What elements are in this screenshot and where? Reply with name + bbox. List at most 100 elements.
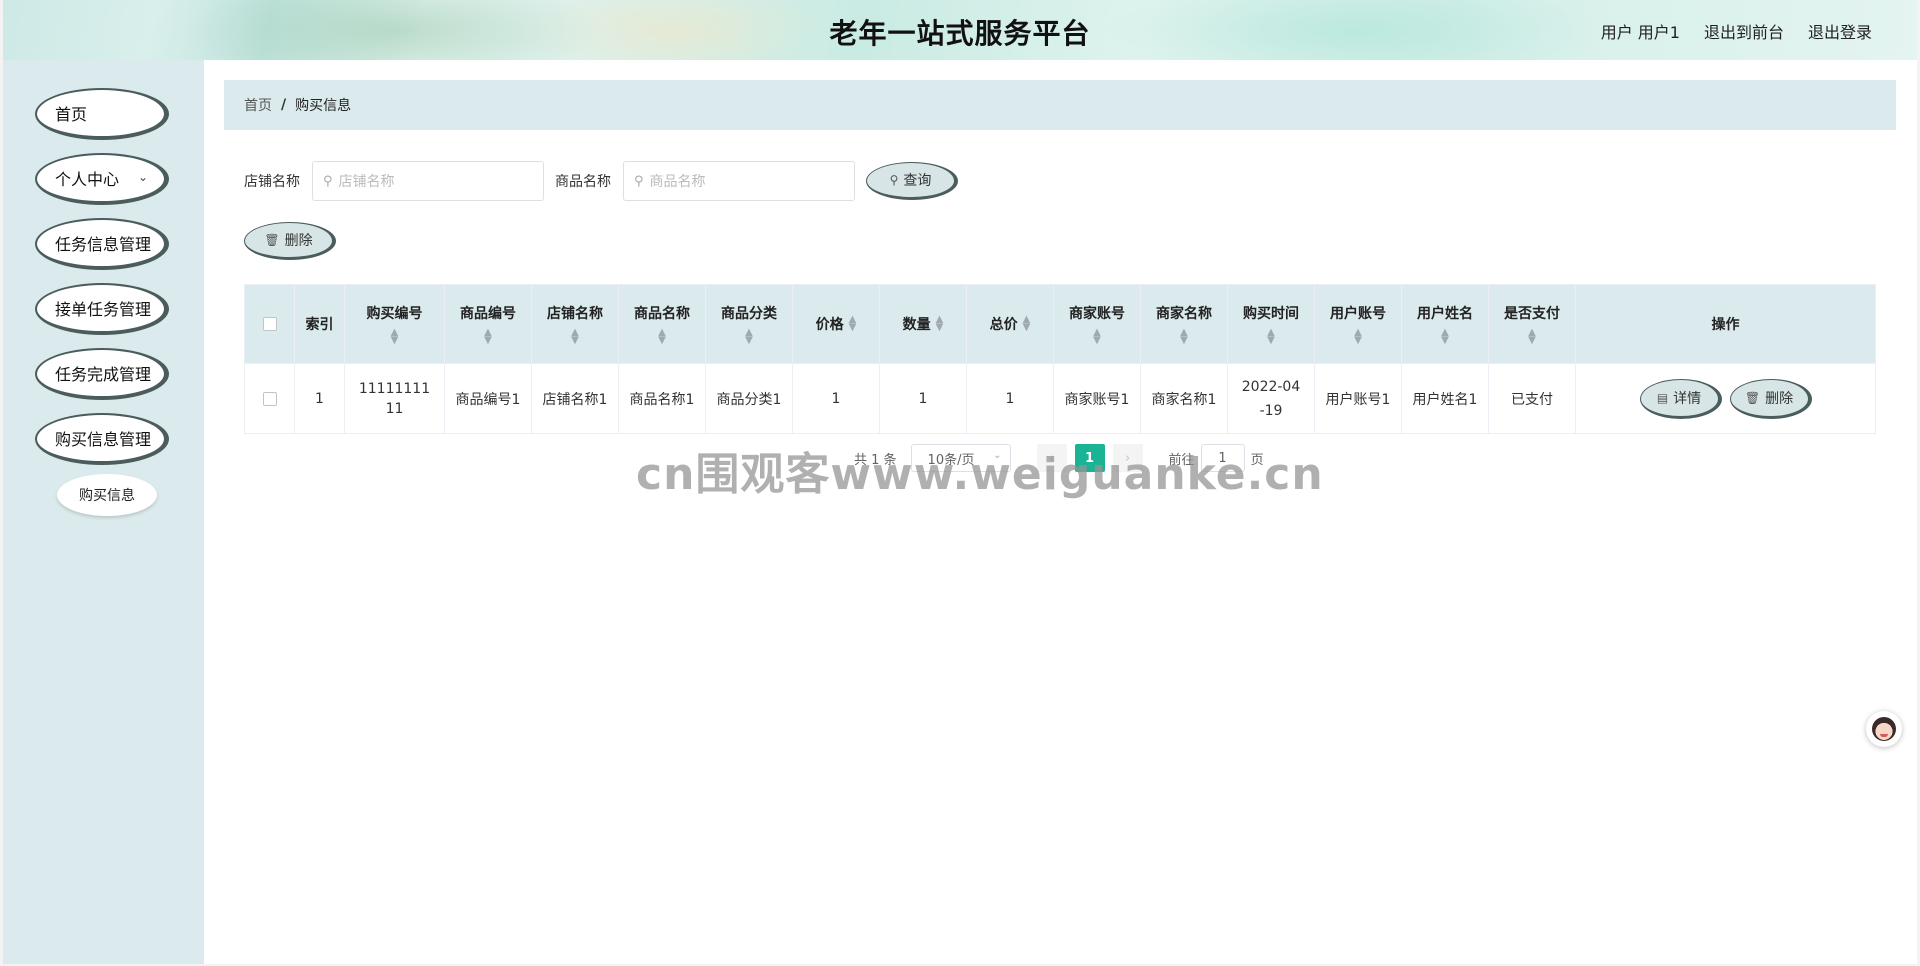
- column-header[interactable]: 商品名称 ▲ ▼: [619, 285, 706, 363]
- column-header[interactable]: 是否支付 ▲ ▼: [1489, 285, 1576, 363]
- logout-link[interactable]: 退出登录: [1808, 19, 1872, 43]
- shop-name-input[interactable]: ⚲ 店铺名称: [312, 161, 544, 201]
- select-all-checkbox[interactable]: [262, 317, 277, 331]
- delete-button-label: 删除: [284, 233, 313, 249]
- column-header[interactable]: 价格 ▲ ▼: [793, 285, 880, 363]
- sidebar-item-home[interactable]: 首页: [35, 88, 169, 140]
- back-to-front-link[interactable]: 退出到前台: [1704, 19, 1784, 43]
- sidebar-item-task-completion[interactable]: 任务完成管理: [35, 348, 169, 400]
- breadcrumb-home[interactable]: 首页: [244, 95, 272, 115]
- column-header[interactable]: 数量 ▲ ▼: [880, 285, 967, 363]
- column-header-label: 用户姓名: [1417, 306, 1473, 322]
- row-delete-button[interactable]: 🗑 删除: [1729, 378, 1812, 419]
- trash-icon: 🗑: [264, 233, 280, 247]
- breadcrumb-current: 购买信息: [295, 98, 352, 114]
- table-cell: 1: [793, 364, 880, 433]
- sidebar-item-label: 个人中心: [55, 170, 120, 189]
- sidebar-subitem-purchase-info[interactable]: 购买信息: [57, 474, 157, 516]
- sort-icon[interactable]: ▲ ▼: [936, 315, 944, 333]
- sort-icon[interactable]: ▲ ▼: [1441, 328, 1449, 346]
- column-header-label: 商家账号: [1069, 306, 1125, 322]
- floating-assistant-avatar[interactable]: [1866, 711, 1902, 747]
- column-header: 索引: [295, 285, 345, 363]
- next-page-button[interactable]: ›: [1112, 444, 1143, 472]
- detail-button[interactable]: ▤ 详情: [1639, 378, 1722, 419]
- column-header[interactable]: 购买时间 ▲ ▼: [1228, 285, 1315, 363]
- purchase-number-text: 1111111111: [358, 380, 431, 417]
- sidebar-item-purchase-management[interactable]: 购买信息管理: [35, 413, 169, 465]
- table-cell: 商品名称1: [619, 364, 706, 433]
- sidebar-item-label: 任务信息管理: [55, 235, 152, 254]
- sort-icon[interactable]: ▲ ▼: [571, 328, 579, 346]
- column-header[interactable]: 购买编号 ▲ ▼: [345, 285, 445, 363]
- page-size-select[interactable]: 10条/页 ⌄: [910, 444, 1011, 472]
- shop-name-placeholder: 店铺名称: [338, 174, 395, 190]
- table-cell: 1: [880, 364, 967, 433]
- page-jumper: 前往 1 页: [1169, 444, 1264, 472]
- chevron-left-icon: ‹: [1048, 450, 1055, 466]
- chevron-right-icon: ›: [1124, 450, 1131, 466]
- sort-icon[interactable]: ▲ ▼: [1267, 328, 1275, 346]
- column-header[interactable]: 商品分类 ▲ ▼: [706, 285, 793, 363]
- page-size-value: 10条/页: [927, 452, 975, 468]
- sort-icon[interactable]: ▲ ▼: [1354, 328, 1362, 346]
- column-header-label: 购买编号: [366, 306, 423, 322]
- product-name-input[interactable]: ⚲ 商品名称: [623, 161, 855, 201]
- column-header-label: 价格: [815, 317, 844, 333]
- column-header-label: 商品分类: [721, 306, 777, 322]
- shop-name-label: 店铺名称: [244, 174, 300, 190]
- table-cell: 商品编号1: [445, 364, 532, 433]
- sidebar-item-accepted-tasks[interactable]: 接单任务管理: [35, 283, 169, 335]
- search-icon: ⚲: [634, 173, 644, 189]
- sort-icon[interactable]: ▲ ▼: [391, 328, 399, 346]
- column-header[interactable]: 用户姓名 ▲ ▼: [1402, 285, 1489, 363]
- page-number-current[interactable]: 1: [1074, 444, 1105, 472]
- column-header[interactable]: 商家名称 ▲ ▼: [1141, 285, 1228, 363]
- prev-page-button[interactable]: ‹: [1036, 444, 1067, 472]
- pagination: 共 1 条 10条/页 ⌄ ‹ 1 › 前往 1 页: [854, 444, 1264, 472]
- sort-icon[interactable]: ▲ ▼: [745, 328, 753, 346]
- sidebar: 首页 个人中心 ⌄ 任务信息管理 接单任务管理 任务完成管理 购买信息管理 购买…: [3, 60, 204, 964]
- column-header[interactable]: 商品编号 ▲ ▼: [445, 285, 532, 363]
- sort-icon[interactable]: ▲ ▼: [849, 315, 857, 333]
- current-user-label: 用户 用户1: [1600, 23, 1680, 42]
- query-button[interactable]: ⚲ 查询: [866, 162, 958, 200]
- column-header[interactable]: 商家账号 ▲ ▼: [1054, 285, 1141, 363]
- purchase-table: 索引 购买编号 ▲ ▼ 商品编号 ▲ ▼ 店铺名称 ▲ ▼ 商品名称 ▲ ▼ 商品分类 ▲ ▼ 价格…: [244, 284, 1876, 434]
- goto-page-input[interactable]: 1: [1200, 444, 1245, 472]
- column-header[interactable]: 用户账号 ▲ ▼: [1315, 285, 1402, 363]
- sort-icon[interactable]: ▲ ▼: [1528, 328, 1536, 346]
- table-cell: 用户姓名1: [1402, 364, 1489, 433]
- batch-delete-button[interactable]: 🗑 删除: [244, 222, 336, 260]
- column-header-label: 购买时间: [1243, 306, 1299, 322]
- search-form: 店铺名称 ⚲ 店铺名称 商品名称 ⚲ 商品名称 ⚲ 查询: [244, 160, 958, 202]
- sort-icon[interactable]: ▲ ▼: [1180, 328, 1188, 346]
- column-header[interactable]: 店铺名称 ▲ ▼: [532, 285, 619, 363]
- column-header-label: 是否支付: [1504, 306, 1560, 322]
- table-cell: 商家名称1: [1141, 364, 1228, 433]
- sort-icon[interactable]: ▲ ▼: [484, 328, 492, 346]
- document-icon: ▤: [1656, 390, 1669, 405]
- row-checkbox[interactable]: [262, 391, 277, 406]
- sort-icon[interactable]: ▲ ▼: [658, 328, 666, 346]
- sidebar-item-label: 接单任务管理: [55, 300, 152, 319]
- sidebar-item-personal-center[interactable]: 个人中心 ⌄: [35, 153, 169, 205]
- sort-icon[interactable]: ▲ ▼: [1093, 328, 1101, 346]
- delete-button-label: 删除: [1765, 390, 1794, 407]
- product-name-placeholder: 商品名称: [649, 174, 706, 190]
- table-cell: 1: [295, 364, 345, 433]
- sort-icon[interactable]: ▲ ▼: [1023, 315, 1031, 333]
- sidebar-item-label: 首页: [55, 105, 88, 124]
- chevron-down-icon: ⌄: [993, 450, 1002, 461]
- column-header-label: 商品名称: [634, 306, 690, 322]
- actions-cell: ▤ 详情 🗑 删除: [1576, 364, 1875, 433]
- table-row: 1 1111111111 商品编号1 店铺名称1 商品名称1 商品分类1 1 1…: [245, 363, 1875, 433]
- table-cell: 1: [967, 364, 1054, 433]
- table-header: 索引 购买编号 ▲ ▼ 商品编号 ▲ ▼ 店铺名称 ▲ ▼ 商品名称 ▲ ▼ 商品分类 ▲ ▼ 价格…: [245, 285, 1875, 363]
- column-header[interactable]: 总价 ▲ ▼: [967, 285, 1054, 363]
- avatar-icon: [1872, 717, 1896, 741]
- column-header: 操作: [1576, 285, 1875, 363]
- table-cell: 店铺名称1: [532, 364, 619, 433]
- sidebar-item-task-info[interactable]: 任务信息管理: [35, 218, 169, 270]
- column-header-label: 索引: [305, 317, 334, 333]
